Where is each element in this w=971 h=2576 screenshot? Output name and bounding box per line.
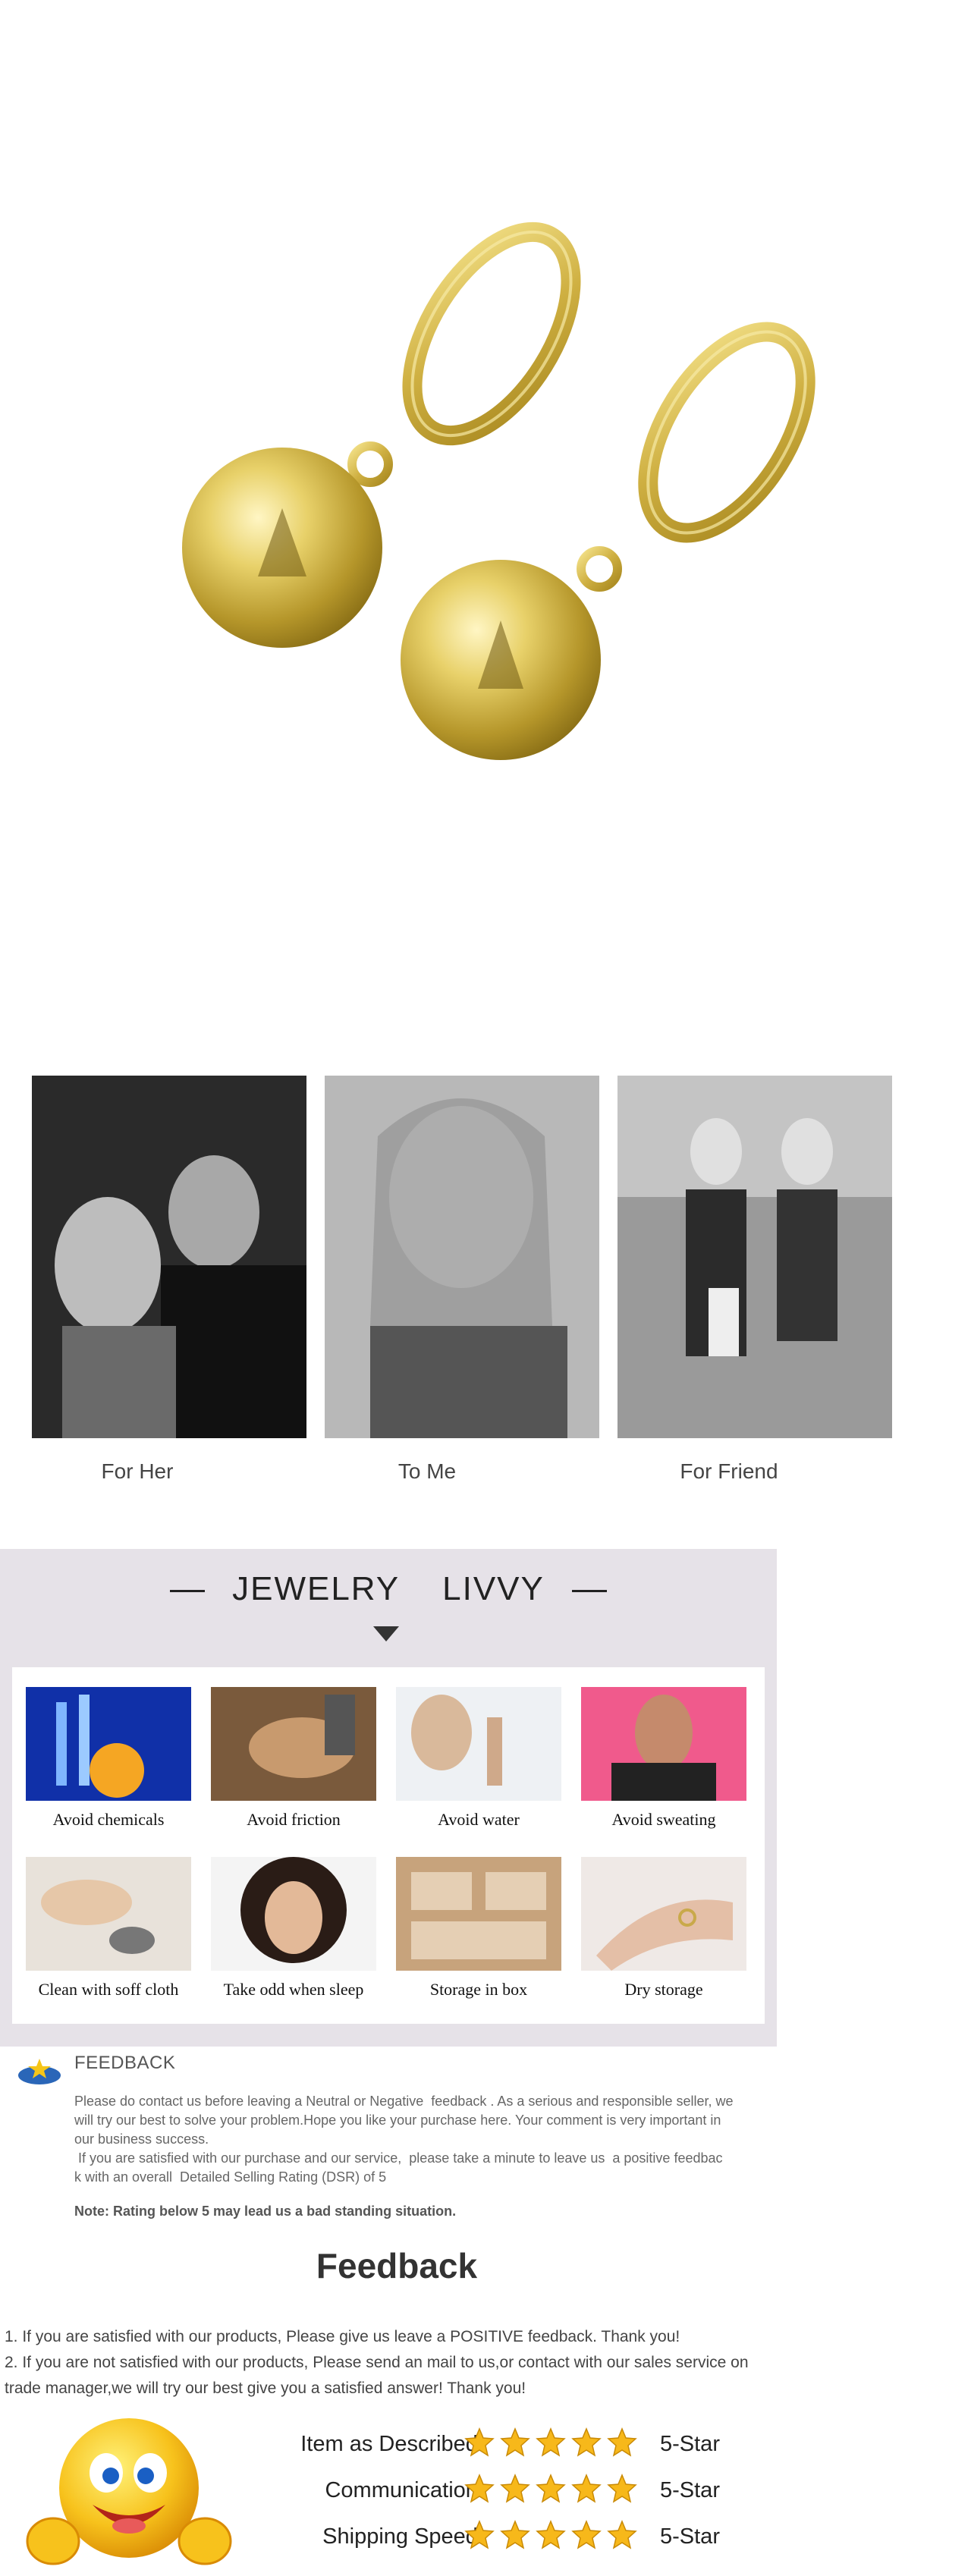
star-icon bbox=[500, 2427, 530, 2457]
triangle-down-icon bbox=[373, 1626, 399, 1641]
care-label: Avoid water bbox=[438, 1810, 520, 1829]
care-label: Avoid chemicals bbox=[52, 1810, 165, 1829]
feedback-instructions: 1. If you are satisfied with our product… bbox=[5, 2324, 809, 2402]
care-item-sleep: Take odd when sleep bbox=[211, 1857, 376, 2000]
cloth-image bbox=[26, 1857, 191, 1971]
care-item-avoid-sweating: Avoid sweating bbox=[581, 1687, 746, 1830]
feedback-line: Please do contact us before leaving a Ne… bbox=[74, 2094, 734, 2109]
rating-value: 5-Star bbox=[660, 2432, 720, 2456]
rating-label: Shipping Speed: bbox=[322, 2524, 484, 2549]
star-icon bbox=[536, 2427, 566, 2457]
star-icon bbox=[500, 2474, 530, 2503]
care-label: Clean with soff cloth bbox=[38, 1980, 179, 1999]
photo-couple bbox=[32, 1076, 306, 1438]
sweating-image bbox=[581, 1687, 746, 1801]
care-item-clean-cloth: Clean with soff cloth bbox=[26, 1857, 191, 2000]
care-label: Avoid sweating bbox=[611, 1810, 716, 1829]
title-dash-left bbox=[170, 1589, 206, 1592]
jewelry-care-section: JEWELRY LIVVY Avoid chemicals Avoid frict… bbox=[0, 1549, 777, 2047]
feedback-line: If you are satisfied with our purchase a… bbox=[74, 2150, 723, 2166]
friction-image bbox=[211, 1687, 376, 1801]
star-icon bbox=[536, 2520, 566, 2549]
water-image bbox=[396, 1687, 561, 1801]
photo-friends bbox=[617, 1076, 892, 1438]
feedback-paragraph: Please do contact us before leaving a Ne… bbox=[74, 2092, 803, 2187]
caption-for-friend: For Friend bbox=[680, 1459, 778, 1483]
care-item-avoid-water: Avoid water bbox=[396, 1687, 561, 1830]
product-image bbox=[0, 0, 971, 1016]
feedback-line: will try our best to solve your problem.… bbox=[74, 2113, 721, 2128]
box-image bbox=[396, 1857, 561, 1971]
dry-storage-image bbox=[581, 1857, 746, 1971]
thumbs-up-smiley-icon bbox=[23, 2412, 235, 2571]
star-rating bbox=[464, 2474, 643, 2512]
instruction-line: 1. If you are satisfied with our product… bbox=[5, 2328, 680, 2345]
care-label: Take odd when sleep bbox=[223, 1980, 364, 1999]
star-icon bbox=[571, 2474, 602, 2503]
caption-for-her: For Her bbox=[101, 1459, 174, 1483]
star-rating bbox=[464, 2427, 643, 2465]
rating-label: Communication: bbox=[325, 2478, 484, 2502]
rating-value: 5-Star bbox=[660, 2524, 720, 2549]
care-item-avoid-chemicals: Avoid chemicals bbox=[26, 1687, 191, 1830]
care-label: Storage in box bbox=[429, 1980, 528, 1999]
rating-item-as-described: Item as Described: 5-Star bbox=[228, 2427, 804, 2465]
brand-right: LIVVY bbox=[442, 1570, 545, 1607]
rating-shipping-speed: Shipping Speed: 5-Star bbox=[228, 2520, 804, 2558]
star-icon bbox=[571, 2427, 602, 2457]
star-icon bbox=[500, 2520, 530, 2549]
star-icon bbox=[607, 2520, 637, 2549]
care-item-storage-box: Storage in box bbox=[396, 1857, 561, 2000]
feedback-line: k with an overall Detailed Selling Ratin… bbox=[74, 2169, 387, 2185]
chemicals-image bbox=[26, 1687, 191, 1801]
star-icon bbox=[607, 2474, 637, 2503]
instruction-line: 2. If you are not satisfied with our pro… bbox=[5, 2354, 749, 2371]
feedback-title: Feedback bbox=[316, 2246, 478, 2285]
care-title: JEWELRY LIVVY bbox=[0, 1570, 777, 1608]
star-icon bbox=[536, 2474, 566, 2503]
rating-communication: Communication: 5-Star bbox=[228, 2474, 804, 2512]
feedback-note: Note: Rating below 5 may lead us a bad s… bbox=[74, 2204, 457, 2219]
star-icon bbox=[464, 2427, 495, 2457]
care-item-avoid-friction: Avoid friction bbox=[211, 1687, 376, 1830]
feedback-heading: FEEDBACK bbox=[74, 2053, 176, 2073]
care-label: Avoid friction bbox=[247, 1810, 341, 1829]
title-dash-right bbox=[571, 1589, 607, 1592]
star-icon bbox=[607, 2427, 637, 2457]
star-icon bbox=[464, 2474, 495, 2503]
care-label: Dry storage bbox=[624, 1980, 703, 1999]
star-icon bbox=[464, 2520, 495, 2549]
star-rating bbox=[464, 2520, 643, 2558]
caption-to-me: To Me bbox=[398, 1459, 457, 1483]
sleep-image bbox=[211, 1857, 376, 1971]
care-panel: Avoid chemicals Avoid friction Avoid wat… bbox=[12, 1667, 765, 2024]
five-star-logo-icon bbox=[15, 2057, 64, 2086]
instruction-line: trade manager,we will try our best give … bbox=[5, 2380, 526, 2397]
rating-value: 5-Star bbox=[660, 2478, 720, 2502]
care-item-dry-storage: Dry storage bbox=[581, 1857, 746, 2000]
brand-left: JEWELRY bbox=[232, 1570, 401, 1607]
feedback-line: our business success. bbox=[74, 2131, 209, 2147]
photo-woman bbox=[325, 1076, 599, 1438]
rating-label: Item as Described: bbox=[300, 2432, 484, 2456]
star-icon bbox=[571, 2520, 602, 2549]
